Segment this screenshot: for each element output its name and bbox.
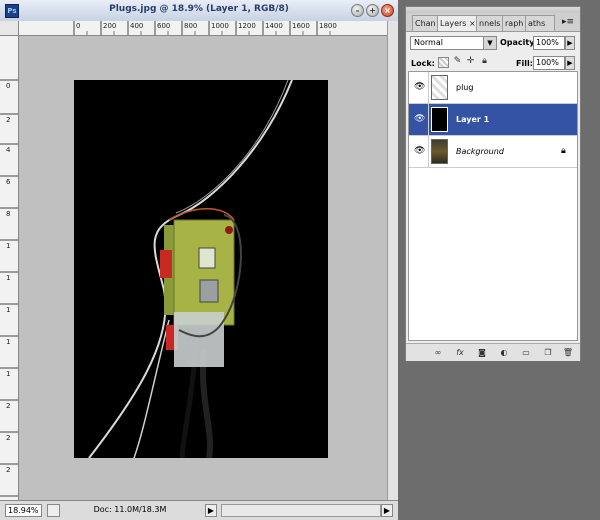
tab-channels[interactable]: nnels <box>476 15 503 31</box>
trash-icon[interactable]: 🗑︎ <box>562 347 574 358</box>
eye-icon[interactable]: 👁︎ <box>414 82 425 92</box>
horizontal-scrollbar[interactable] <box>221 504 381 517</box>
eye-icon[interactable]: 👁︎ <box>414 114 425 124</box>
status-info-icon[interactable] <box>47 504 60 517</box>
layer-row-selected[interactable]: 👁︎ Layer 1 <box>409 104 577 136</box>
link-icon[interactable]: ∞ <box>432 347 444 358</box>
vertical-scrollbar[interactable] <box>387 21 398 500</box>
eye-icon[interactable]: 👁︎ <box>414 146 425 156</box>
layer-name[interactable]: Background <box>456 147 504 156</box>
minimize-button[interactable]: – <box>351 4 364 17</box>
fx-icon[interactable]: fx <box>454 347 466 358</box>
horizontal-ruler[interactable]: 0 200 400 600 800 1000 1200 1400 1600 18… <box>19 21 387 36</box>
lock-paint-icon[interactable]: ✎ <box>452 56 463 67</box>
layer-divider <box>428 72 429 103</box>
layer-row[interactable]: 👁︎ plug <box>409 72 577 104</box>
fill-slider-arrow-icon[interactable]: ▶ <box>565 56 575 70</box>
layer-divider <box>428 104 429 135</box>
document-title: Plugs.jpg @ 18.9% (Layer 1, RGB/8) <box>109 4 289 14</box>
lock-position-icon[interactable]: ✛ <box>465 56 476 67</box>
ruler-label: 0 <box>76 22 81 30</box>
opacity-slider-arrow-icon[interactable]: ▶ <box>565 36 575 50</box>
layers-panel: Chan Layers × nnels raph aths ▸≡ Normal … <box>405 6 581 361</box>
ruler-label: 1400 <box>265 22 283 30</box>
lock-transparency-icon[interactable] <box>438 57 449 68</box>
canvas-area[interactable] <box>19 36 387 500</box>
ruler-label: 1 <box>6 242 11 250</box>
ruler-label: 800 <box>184 22 198 30</box>
panel-tabs: Chan Layers × nnels raph aths ▸≡ <box>406 13 580 32</box>
tab-layers[interactable]: Layers × <box>437 15 477 31</box>
fill-label: Fill: <box>516 59 533 68</box>
ruler-label: 6 <box>6 178 11 186</box>
lock-all-icon[interactable]: 🔒︎ <box>479 56 490 67</box>
panel-menu-icon[interactable]: ▸≡ <box>562 17 574 27</box>
fill-input[interactable]: 100% <box>533 56 565 70</box>
status-menu-arrow-icon[interactable]: ▶ <box>205 504 217 517</box>
ruler-label: 1000 <box>211 22 229 30</box>
ruler-label: 400 <box>130 22 144 30</box>
blend-mode-select[interactable]: Normal ▼ <box>410 36 497 50</box>
opacity-input[interactable]: 100% <box>533 36 565 50</box>
plug-image <box>88 80 293 458</box>
adjustment-icon[interactable]: ◐ <box>498 347 510 358</box>
layers-list: 👁︎ plug 👁︎ Layer 1 👁︎ Background 🔒︎ <box>408 71 578 341</box>
zoom-level-field[interactable]: 18.94% <box>5 504 42 517</box>
ruler-label: 1 <box>6 306 11 314</box>
new-layer-icon[interactable]: ❐ <box>542 347 554 358</box>
ruler-label: 1600 <box>292 22 310 30</box>
tab-paths[interactable]: aths <box>525 15 555 31</box>
layer-divider <box>428 136 429 167</box>
layer-name[interactable]: Layer 1 <box>456 115 489 124</box>
ruler-label: 2 <box>6 402 11 410</box>
maximize-button[interactable]: + <box>366 4 379 17</box>
lock-icon: 🔒︎ <box>561 146 566 156</box>
ruler-label: 1 <box>6 370 11 378</box>
document-window: Ps Plugs.jpg @ 18.9% (Layer 1, RGB/8) – … <box>0 0 398 520</box>
ruler-label: 4 <box>6 146 11 154</box>
panel-footer: ∞ fx ◙ ◐ ▭ ❐ 🗑︎ <box>406 343 580 361</box>
ruler-label: 2 <box>6 466 11 474</box>
ruler-label: 1 <box>6 274 11 282</box>
ruler-label: 200 <box>103 22 117 30</box>
ruler-label: 0 <box>6 82 11 90</box>
layer-name[interactable]: plug <box>456 83 473 92</box>
ruler-label: 1800 <box>319 22 337 30</box>
mask-icon[interactable]: ◙ <box>476 347 488 358</box>
ruler-label: 600 <box>157 22 171 30</box>
lock-label: Lock: <box>411 59 435 68</box>
opacity-label: Opacity: <box>500 38 538 47</box>
tab-paragraph[interactable]: raph <box>502 15 526 31</box>
scroll-right-icon[interactable]: ▶ <box>381 504 393 517</box>
ruler-origin[interactable] <box>0 21 19 36</box>
document-size-info: Doc: 11.0M/18.3M <box>93 505 167 514</box>
layer-thumbnail[interactable] <box>431 75 448 100</box>
ruler-label: 8 <box>6 210 11 218</box>
chevron-down-icon[interactable]: ▼ <box>483 37 496 49</box>
vertical-ruler[interactable]: 0 2 4 6 8 1 1 1 1 1 2 2 2 <box>0 36 19 500</box>
document-titlebar[interactable]: Ps Plugs.jpg @ 18.9% (Layer 1, RGB/8) – … <box>0 0 398 22</box>
ruler-label: 1 <box>6 338 11 346</box>
ruler-ticks <box>0 79 18 497</box>
status-bar: 18.94% Doc: 11.0M/18.3M ▶ ▶ <box>0 500 398 520</box>
document-image[interactable] <box>74 80 328 458</box>
group-icon[interactable]: ▭ <box>520 347 532 358</box>
close-button[interactable]: × <box>381 4 394 17</box>
ruler-label: 1200 <box>238 22 256 30</box>
blend-mode-value: Normal <box>414 38 443 47</box>
layer-row[interactable]: 👁︎ Background 🔒︎ <box>409 136 577 168</box>
layer-thumbnail[interactable] <box>431 107 448 132</box>
layer-thumbnail[interactable] <box>431 139 448 164</box>
ruler-label: 2 <box>6 116 11 124</box>
ruler-label: 2 <box>6 434 11 442</box>
tab-character[interactable]: Chan <box>412 15 438 31</box>
